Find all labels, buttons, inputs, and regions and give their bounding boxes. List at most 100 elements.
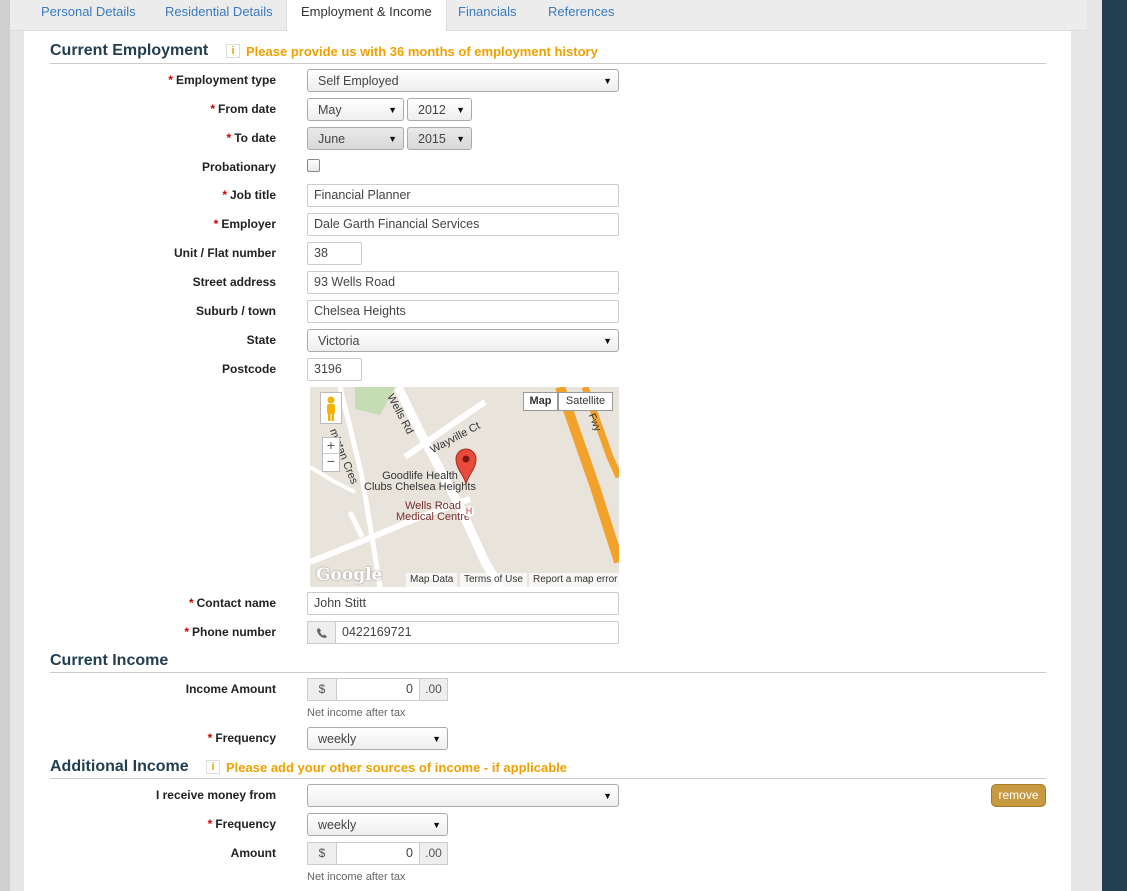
from-month-value: May [318, 103, 342, 117]
income-frequency-select[interactable]: weekly ▼ [307, 727, 448, 750]
map-type-satellite-button[interactable]: Satellite [558, 392, 613, 411]
unit-number-input[interactable]: 38 [307, 242, 362, 265]
tab-references[interactable]: References [548, 0, 614, 31]
tab-employment-income[interactable]: Employment & Income [286, 0, 447, 32]
to-year-select[interactable]: 2015 ▼ [407, 127, 472, 150]
required-marker: * [207, 817, 213, 831]
additional-income-notice: Please add your other sources of income … [226, 760, 567, 775]
state-label: State [246, 333, 276, 347]
required-marker: * [226, 131, 232, 145]
additional-frequency-select[interactable]: weekly ▼ [307, 813, 448, 836]
employment-history-notice: Please provide us with 36 months of empl… [246, 44, 598, 59]
map-data-link[interactable]: Map Data [406, 573, 458, 587]
required-marker: * [222, 188, 227, 202]
required-marker: * [184, 625, 189, 639]
tab-financials[interactable]: Financials [458, 0, 517, 31]
chevron-down-icon: ▼ [432, 820, 441, 830]
contact-name-label: * Contact name [24, 596, 276, 610]
zoom-in-button[interactable]: + [323, 438, 339, 454]
pegman-figure [327, 396, 335, 421]
probationary-label: Probationary [201, 160, 276, 174]
income-amount-input[interactable]: 0 [336, 678, 420, 701]
employment-type-label-text: Employment type [175, 73, 276, 87]
postcode-input[interactable]: 3196 [307, 358, 362, 381]
additional-frequency-label-text: Frequency [215, 817, 276, 831]
section-divider [50, 672, 1046, 673]
required-marker: * [188, 596, 194, 610]
suburb-input[interactable]: Chelsea Heights [307, 300, 619, 323]
zoom-control: + − [322, 437, 340, 472]
to-date-label-text: To date [234, 131, 276, 145]
chevron-down-icon: ▼ [456, 134, 465, 144]
to-date-label: * To date [24, 131, 276, 145]
contact-name-label-text: Contact name [196, 596, 276, 610]
chevron-down-icon: ▼ [603, 791, 612, 801]
to-month-value: June [318, 132, 346, 146]
phone-number-label-text: Phone number [191, 625, 276, 639]
chevron-down-icon: ▼ [603, 76, 612, 86]
street-address-label: Street address [192, 275, 276, 289]
frequency-label-text: Frequency [215, 731, 276, 745]
required-marker: * [210, 102, 215, 116]
required-marker: * [213, 217, 219, 231]
remove-income-button[interactable]: remove [991, 784, 1046, 807]
employer-input[interactable]: Dale Garth Financial Services [307, 213, 619, 236]
zoom-out-button[interactable]: − [323, 454, 339, 470]
from-year-value: 2012 [418, 103, 446, 117]
right-sidebar [1102, 0, 1127, 891]
employer-label: * Employer [24, 217, 276, 231]
job-title-input[interactable]: Financial Planner [307, 184, 619, 207]
additional-amount-input[interactable]: 0 [336, 842, 420, 865]
street-address-input[interactable]: 93 Wells Road [307, 271, 619, 294]
employer-label-text: Employer [221, 217, 276, 231]
info-icon: i [226, 44, 240, 58]
from-year-select[interactable]: 2012 ▼ [407, 98, 472, 121]
phone-number-input[interactable]: 0422169721 [335, 621, 619, 644]
info-icon: i [206, 760, 220, 774]
from-date-label: * From date [24, 102, 276, 116]
chevron-down-icon: ▼ [388, 105, 397, 115]
report-map-error-link[interactable]: Report a map error [529, 573, 619, 587]
income-amount-label: Income Amount [185, 682, 276, 696]
current-employment-heading: Current Employment [50, 42, 209, 59]
tab-personal-details[interactable]: Personal Details [41, 0, 136, 31]
hospital-icon: H [464, 506, 474, 517]
phone-glyph [316, 628, 327, 638]
phone-icon [307, 621, 336, 644]
frequency-label: * Frequency [24, 731, 276, 745]
from-date-label-text: From date [217, 102, 276, 116]
state-select[interactable]: Victoria ▼ [307, 329, 619, 352]
unit-number-label: Unit / Flat number [174, 246, 276, 260]
to-month-select[interactable]: June ▼ [307, 127, 404, 150]
terms-of-use-link[interactable]: Terms of Use [460, 573, 527, 587]
street-view-pegman-icon[interactable] [320, 392, 342, 424]
location-map[interactable]: Wells Rd Wayville Ct mistan Cres Fwy Goo… [310, 387, 619, 587]
current-income-heading: Current Income [50, 652, 169, 669]
job-title-label: * Job title [24, 188, 276, 202]
map-marker-icon[interactable] [454, 447, 478, 485]
to-year-value: 2015 [418, 132, 446, 146]
contact-name-input[interactable]: John Stitt [307, 592, 619, 615]
form-panel: Current Employment i Please provide us w… [24, 31, 1071, 891]
phone-number-label: * Phone number [24, 625, 276, 639]
additional-frequency-value: weekly [318, 818, 357, 832]
from-month-select[interactable]: May ▼ [307, 98, 404, 121]
dollar-prefix: $ [307, 842, 337, 865]
receive-money-from-label: I receive money from [155, 788, 276, 802]
probationary-checkbox[interactable] [307, 159, 320, 172]
tab-bar: Personal Details Residential Details Emp… [10, 0, 1087, 32]
google-logo: Google [316, 565, 383, 585]
job-title-label-text: Job title [229, 188, 276, 202]
employment-type-select[interactable]: Self Employed ▼ [307, 69, 619, 92]
income-source-select[interactable]: ▼ [307, 784, 619, 807]
tab-residential-details[interactable]: Residential Details [165, 0, 273, 31]
chevron-down-icon: ▼ [432, 734, 441, 744]
map-type-map-button[interactable]: Map [523, 392, 558, 411]
cents-suffix: .00 [419, 678, 448, 701]
state-value: Victoria [318, 334, 360, 348]
income-help-text: Net income after tax [307, 707, 406, 719]
required-marker: * [168, 73, 173, 87]
additional-income-help-text: Net income after tax [307, 871, 406, 883]
employment-type-value: Self Employed [318, 74, 399, 88]
right-gutter [1087, 0, 1102, 891]
